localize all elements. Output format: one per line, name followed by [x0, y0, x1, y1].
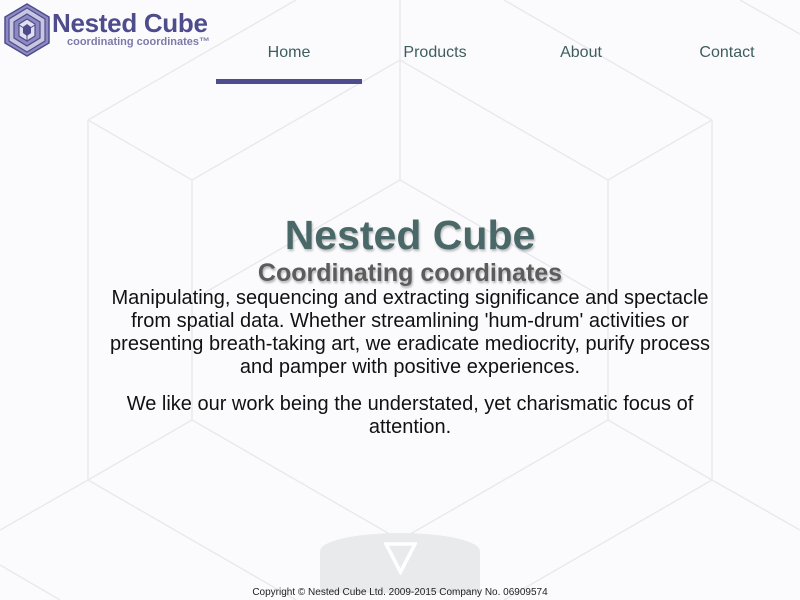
brand-tagline: coordinating coordinates™	[67, 36, 211, 48]
nav-item-contact[interactable]: Contact	[654, 30, 800, 84]
brand-name: Nested Cube	[52, 8, 208, 38]
nav-item-home[interactable]: Home	[216, 30, 362, 84]
hero-title: Nested Cube	[284, 212, 536, 258]
hero-section: Nested Cube Coordinating coordinates Man…	[100, 210, 720, 439]
hero-paragraph-focus: We like our work being the understated, …	[126, 393, 694, 438]
nav-item-about[interactable]: About	[508, 30, 654, 84]
scroll-down-tab[interactable]	[320, 533, 480, 593]
hero-paragraph-intro: Manipulating, sequencing and extracting …	[110, 287, 710, 378]
nav-item-products[interactable]: Products	[362, 30, 508, 84]
hero-subtitle: Coordinating coordinates	[257, 259, 563, 287]
triangle-down-icon	[384, 542, 417, 575]
main-nav: Home Products About Contact	[216, 30, 800, 86]
nested-cube-logo-icon	[4, 3, 50, 57]
footer-copyright: Copyright © Nested Cube Ltd. 2009-2015 C…	[252, 587, 548, 598]
page: Nested Cube coordinating coordinates™ Ho…	[0, 0, 800, 600]
brand-logo[interactable]: Nested Cube coordinating coordinates™	[3, 3, 213, 57]
